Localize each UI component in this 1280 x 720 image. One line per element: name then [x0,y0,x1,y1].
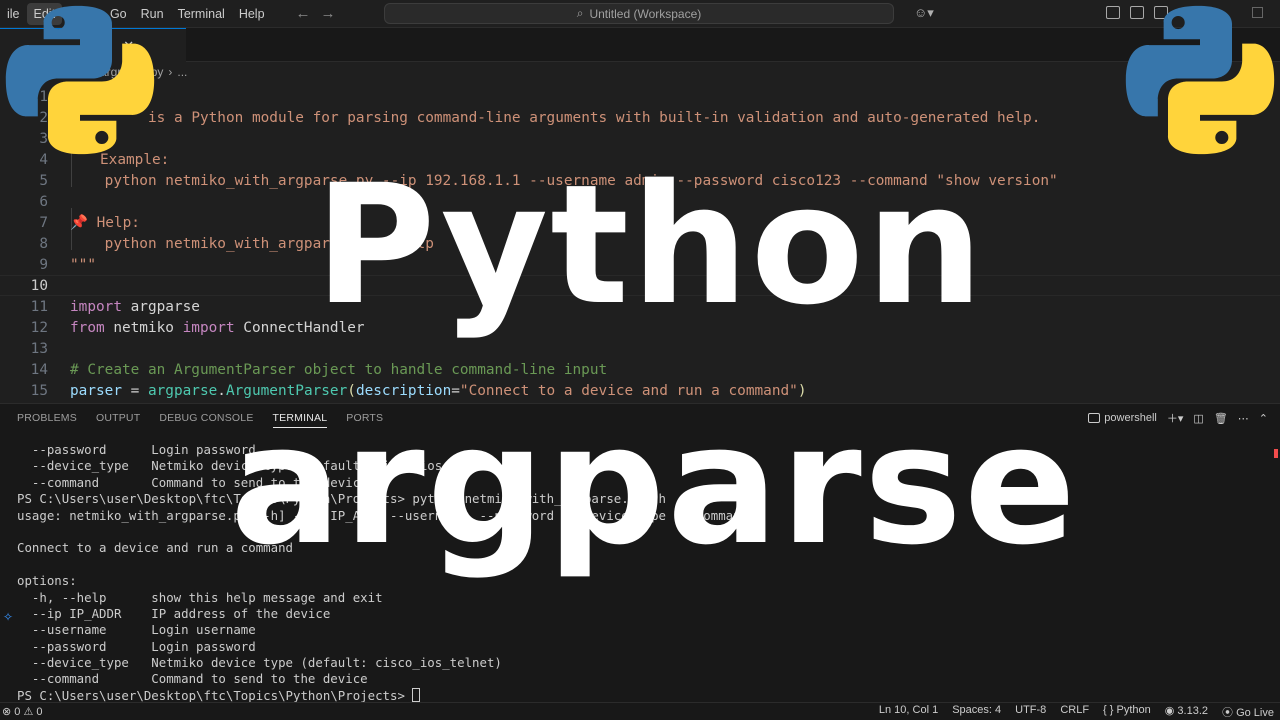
variable: parser [70,382,122,399]
forward-arrow-icon[interactable]: → [321,5,336,22]
status-left: ⊗ 0 ⚠ 0 [0,705,43,718]
back-arrow-icon[interactable]: ← [296,5,311,22]
encoding[interactable]: UTF-8 [1015,704,1046,720]
operator: . [217,382,226,399]
editor-tab-bar: py ✕ [0,28,1280,62]
code-line: 2 is a Python module for parsing command-… [0,107,1280,128]
line-number: 15 [30,382,48,399]
line-number: 14 [30,361,48,378]
module-name: argparse [147,382,218,399]
indentation[interactable]: Spaces: 4 [952,704,1001,720]
toggle-sidebar-icon[interactable] [1106,6,1120,19]
comment: # Create an ArgumentParser object to han… [70,361,608,378]
go-live[interactable]: ⦿ Go Live [1222,704,1274,720]
code-line: 14 # Create an ArgumentParser object to h… [0,359,1280,380]
overlay-title-line2: argparse [230,389,1078,581]
code-text: is a Python module for parsing command-l… [148,109,1041,126]
code-line: 1 [0,86,1280,107]
operator: = [121,382,148,399]
status-right: Ln 10, Col 1 Spaces: 4 UTF-8 CRLF { } Py… [879,704,1274,720]
version-label: 3.13.2 [1177,704,1209,717]
eol[interactable]: CRLF [1060,704,1089,720]
warning-count: 0 [36,706,43,718]
copilot-icon[interactable]: ☺▾ [914,5,934,21]
python-logo-left [5,5,155,155]
terminal-line: -h, --help show this help message and ex… [17,589,383,605]
python-logo-right [1125,5,1275,155]
line-number: 13 [30,340,48,357]
command-center[interactable]: ⌕ Untitled (Workspace) [384,3,894,24]
menu-item-terminal[interactable]: Terminal [171,3,232,25]
status-bar: ⊗ 0 ⚠ 0 Ln 10, Col 1 Spaces: 4 UTF-8 CRL… [0,702,1280,720]
terminal-line: --ip IP_ADDR IP address of the device [17,605,331,621]
python-version[interactable]: ◉ 3.13.2 [1165,704,1208,720]
language-label: Python [1116,703,1151,716]
workspace-title: Untitled (Workspace) [589,6,702,21]
breadcrumb: argparse.py › ... [0,62,1280,82]
code-line: 13 [0,338,1280,359]
terminal-line: --password Login password [17,638,256,654]
title-bar: ileEditViewGoRunTerminalHelp ← → ⌕ Untit… [0,0,1280,28]
language-mode[interactable]: { } Python [1103,704,1151,720]
code-line: 3 [0,128,1280,149]
problems-status[interactable]: ⊗ 0 ⚠ 0 [2,705,43,718]
error-count: 0 [14,706,21,718]
breadcrumb-separator: › [168,65,173,79]
terminal-cursor [412,687,421,702]
search-icon: ⌕ [576,6,584,20]
sparkle-icon[interactable]: ✧ [3,610,13,624]
terminal-line: --username Login username [17,622,256,638]
menu-item-help[interactable]: Help [232,3,272,25]
breadcrumb-more[interactable]: ... [177,65,187,79]
overlay-title-line1: Python [314,149,986,341]
terminal-line: --device_type Netmiko device type (defau… [17,655,502,671]
nav-arrows: ← → [296,5,336,22]
terminal-line: --command Command to send to the device [17,671,368,687]
go-live-label: Go Live [1236,706,1274,719]
cursor-position[interactable]: Ln 10, Col 1 [879,704,938,720]
